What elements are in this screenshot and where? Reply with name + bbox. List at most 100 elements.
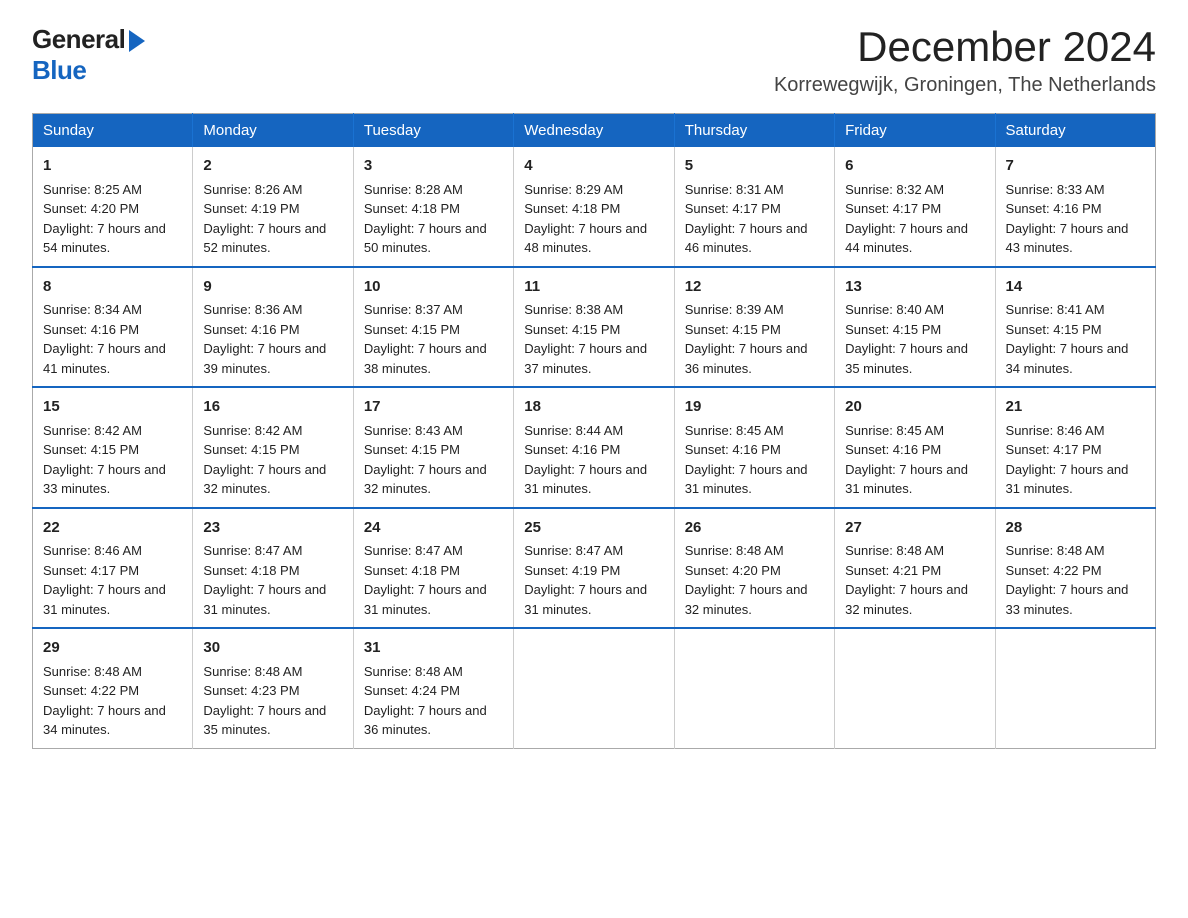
day-sunrise: Sunrise: 8:31 AM bbox=[685, 182, 784, 197]
calendar-cell: 31Sunrise: 8:48 AMSunset: 4:24 PMDayligh… bbox=[353, 628, 513, 748]
day-sunset: Sunset: 4:19 PM bbox=[524, 563, 620, 578]
logo-blue-text: Blue bbox=[32, 55, 86, 86]
day-daylight: Daylight: 7 hours and 39 minutes. bbox=[203, 341, 326, 376]
day-sunset: Sunset: 4:16 PM bbox=[1006, 201, 1102, 216]
day-sunrise: Sunrise: 8:47 AM bbox=[203, 543, 302, 558]
day-daylight: Daylight: 7 hours and 35 minutes. bbox=[845, 341, 968, 376]
day-number: 11 bbox=[524, 276, 663, 299]
day-sunset: Sunset: 4:17 PM bbox=[845, 201, 941, 216]
calendar-week-row: 8 Sunrise: 8:34 AM Sunset: 4:16 PM Daylight… bbox=[33, 267, 1156, 388]
calendar-cell bbox=[995, 628, 1155, 748]
calendar-cell: 8Sunrise: 8:34 AMSunset: 4:16 PMDaylight… bbox=[33, 267, 193, 388]
day-daylight: Daylight: 7 hours and 46 minutes. bbox=[685, 221, 808, 256]
day-sunset: Sunset: 4:15 PM bbox=[524, 322, 620, 337]
day-number: 8 bbox=[43, 276, 182, 299]
calendar-cell: 21Sunrise: 8:46 AMSunset: 4:17 PMDayligh… bbox=[995, 387, 1155, 508]
day-daylight: Daylight: 7 hours and 31 minutes. bbox=[524, 462, 647, 497]
day-number: 26 bbox=[685, 517, 824, 540]
day-sunrise: Sunrise: 8:48 AM bbox=[845, 543, 944, 558]
day-sunset: Sunset: 4:16 PM bbox=[203, 322, 299, 337]
day-sunset: Sunset: 4:20 PM bbox=[685, 563, 781, 578]
day-sunrise: Sunrise: 8:28 AM bbox=[364, 182, 463, 197]
day-sunrise: Sunrise: 8:40 AM bbox=[845, 302, 944, 317]
day-number: 24 bbox=[364, 517, 503, 540]
day-sunset: Sunset: 4:19 PM bbox=[203, 201, 299, 216]
day-header-saturday: Saturday bbox=[995, 114, 1155, 148]
day-number: 18 bbox=[524, 396, 663, 419]
day-header-thursday: Thursday bbox=[674, 114, 834, 148]
day-sunset: Sunset: 4:23 PM bbox=[203, 683, 299, 698]
day-sunset: Sunset: 4:15 PM bbox=[685, 322, 781, 337]
day-daylight: Daylight: 7 hours and 32 minutes. bbox=[364, 462, 487, 497]
day-sunset: Sunset: 4:18 PM bbox=[203, 563, 299, 578]
day-sunrise: Sunrise: 8:47 AM bbox=[524, 543, 623, 558]
day-sunset: Sunset: 4:16 PM bbox=[685, 442, 781, 457]
day-sunset: Sunset: 4:18 PM bbox=[524, 201, 620, 216]
day-sunset: Sunset: 4:15 PM bbox=[1006, 322, 1102, 337]
calendar-cell: 22Sunrise: 8:46 AMSunset: 4:17 PMDayligh… bbox=[33, 508, 193, 629]
day-sunset: Sunset: 4:16 PM bbox=[845, 442, 941, 457]
day-sunrise: Sunrise: 8:39 AM bbox=[685, 302, 784, 317]
day-number: 28 bbox=[1006, 517, 1145, 540]
day-sunrise: Sunrise: 8:45 AM bbox=[845, 423, 944, 438]
day-number: 22 bbox=[43, 517, 182, 540]
calendar-week-row: 22Sunrise: 8:46 AMSunset: 4:17 PMDayligh… bbox=[33, 508, 1156, 629]
day-sunset: Sunset: 4:15 PM bbox=[43, 442, 139, 457]
day-sunrise: Sunrise: 8:47 AM bbox=[364, 543, 463, 558]
day-number: 6 bbox=[845, 155, 984, 178]
day-sunrise: Sunrise: 8:33 AM bbox=[1006, 182, 1105, 197]
day-daylight: Daylight: 7 hours and 31 minutes. bbox=[524, 582, 647, 617]
day-number: 3 bbox=[364, 155, 503, 178]
day-sunset: Sunset: 4:18 PM bbox=[364, 201, 460, 216]
day-number: 31 bbox=[364, 637, 503, 660]
day-number: 29 bbox=[43, 637, 182, 660]
logo: General Blue bbox=[32, 24, 145, 86]
calendar-cell: 26Sunrise: 8:48 AMSunset: 4:20 PMDayligh… bbox=[674, 508, 834, 629]
day-sunrise: Sunrise: 8:43 AM bbox=[364, 423, 463, 438]
calendar-cell: 17Sunrise: 8:43 AMSunset: 4:15 PMDayligh… bbox=[353, 387, 513, 508]
day-sunrise: Sunrise: 8:32 AM bbox=[845, 182, 944, 197]
day-sunset: Sunset: 4:15 PM bbox=[203, 442, 299, 457]
day-number: 23 bbox=[203, 517, 342, 540]
calendar-cell: 16Sunrise: 8:42 AMSunset: 4:15 PMDayligh… bbox=[193, 387, 353, 508]
day-sunrise: Sunrise: 8:48 AM bbox=[685, 543, 784, 558]
day-daylight: Daylight: 7 hours and 52 minutes. bbox=[203, 221, 326, 256]
day-sunset: Sunset: 4:15 PM bbox=[845, 322, 941, 337]
calendar-cell: 23 Sunrise: 8:47 AM Sunset: 4:18 PM Dayligh… bbox=[193, 508, 353, 629]
calendar-header-row: SundayMondayTuesdayWednesdayThursdayFrid… bbox=[33, 114, 1156, 148]
day-number: 25 bbox=[524, 517, 663, 540]
day-daylight: Daylight: 7 hours and 37 minutes. bbox=[524, 341, 647, 376]
calendar-cell: 18Sunrise: 8:44 AMSunset: 4:16 PMDayligh… bbox=[514, 387, 674, 508]
title-block: December 2024 Korrewegwijk, Groningen, T… bbox=[774, 24, 1156, 97]
calendar-cell: 13Sunrise: 8:40 AMSunset: 4:15 PMDayligh… bbox=[835, 267, 995, 388]
calendar-cell: 3Sunrise: 8:28 AMSunset: 4:18 PMDaylight… bbox=[353, 147, 513, 267]
day-number: 5 bbox=[685, 155, 824, 178]
day-daylight: Daylight: 7 hours and 43 minutes. bbox=[1006, 221, 1129, 256]
day-header-wednesday: Wednesday bbox=[514, 114, 674, 148]
day-daylight: Daylight: 7 hours and 31 minutes. bbox=[685, 462, 808, 497]
calendar-cell: 29Sunrise: 8:48 AMSunset: 4:22 PMDayligh… bbox=[33, 628, 193, 748]
day-number: 16 bbox=[203, 396, 342, 419]
day-daylight: Daylight: 7 hours and 44 minutes. bbox=[845, 221, 968, 256]
day-number: 4 bbox=[524, 155, 663, 178]
calendar-cell: 30Sunrise: 8:48 AMSunset: 4:23 PMDayligh… bbox=[193, 628, 353, 748]
day-sunrise: Sunrise: 8:44 AM bbox=[524, 423, 623, 438]
calendar-cell: 14Sunrise: 8:41 AMSunset: 4:15 PMDayligh… bbox=[995, 267, 1155, 388]
day-sunrise: Sunrise: 8:34 AM bbox=[43, 302, 142, 317]
day-sunrise: Sunrise: 8:46 AM bbox=[43, 543, 142, 558]
day-sunrise: Sunrise: 8:29 AM bbox=[524, 182, 623, 197]
day-daylight: Daylight: 7 hours and 31 minutes. bbox=[203, 582, 326, 617]
day-sunrise: Sunrise: 8:36 AM bbox=[203, 302, 302, 317]
day-number: 9 bbox=[203, 276, 342, 299]
day-sunrise: Sunrise: 8:48 AM bbox=[364, 664, 463, 679]
calendar-cell: 7Sunrise: 8:33 AMSunset: 4:16 PMDaylight… bbox=[995, 147, 1155, 267]
day-sunrise: Sunrise: 8:42 AM bbox=[43, 423, 142, 438]
day-number: 20 bbox=[845, 396, 984, 419]
day-sunrise: Sunrise: 8:46 AM bbox=[1006, 423, 1105, 438]
day-sunrise: Sunrise: 8:37 AM bbox=[364, 302, 463, 317]
calendar-cell: 1Sunrise: 8:25 AMSunset: 4:20 PMDaylight… bbox=[33, 147, 193, 267]
day-header-friday: Friday bbox=[835, 114, 995, 148]
day-header-sunday: Sunday bbox=[33, 114, 193, 148]
day-sunset: Sunset: 4:15 PM bbox=[364, 322, 460, 337]
day-number: 21 bbox=[1006, 396, 1145, 419]
